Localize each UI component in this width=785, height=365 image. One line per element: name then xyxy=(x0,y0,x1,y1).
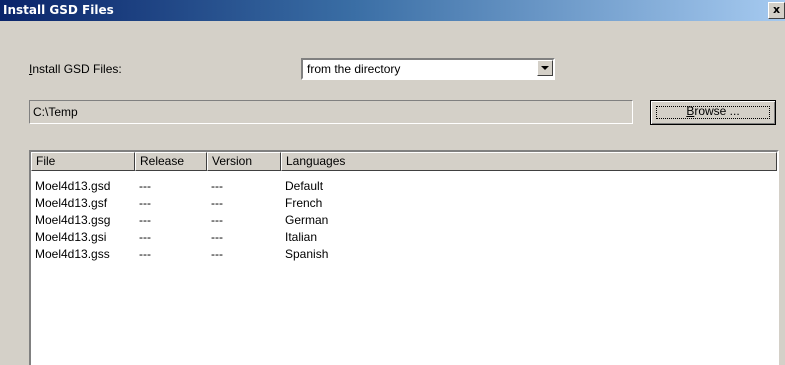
column-header-release[interactable]: Release xyxy=(135,152,207,171)
cell-file: Moel4d13.gss xyxy=(35,247,110,261)
table-row[interactable]: Moel4d13.gsi --- --- Italian xyxy=(31,229,777,245)
cell-version: --- xyxy=(211,247,223,261)
title-bar[interactable]: Install GSD Files x xyxy=(0,0,785,21)
cell-release: --- xyxy=(139,247,151,261)
cell-file: Moel4d13.gsf xyxy=(35,196,108,210)
cell-release: --- xyxy=(139,230,151,244)
cell-release: --- xyxy=(139,213,151,227)
cell-version: --- xyxy=(211,230,223,244)
cell-file: Moel4d13.gsg xyxy=(35,213,111,227)
table-row[interactable]: Moel4d13.gsd --- --- Default xyxy=(31,178,777,194)
column-header-file[interactable]: File xyxy=(31,152,135,171)
cell-version: --- xyxy=(211,196,223,210)
table-row[interactable]: Moel4d13.gsf --- --- French xyxy=(31,195,777,211)
cell-release: --- xyxy=(139,196,151,210)
cell-version: --- xyxy=(211,179,223,193)
cell-languages: Default xyxy=(285,179,324,193)
chevron-down-icon[interactable] xyxy=(537,60,553,76)
browse-button-label: Browse ... xyxy=(686,104,740,118)
source-select[interactable]: from the directory xyxy=(301,58,555,80)
cell-release: --- xyxy=(139,179,151,193)
directory-path-field[interactable]: C:\Temp xyxy=(29,100,633,124)
source-select-value: from the directory xyxy=(307,62,401,76)
column-header-version[interactable]: Version xyxy=(207,152,281,171)
window-title: Install GSD Files xyxy=(3,3,114,17)
cell-languages: Italian xyxy=(285,230,318,244)
cell-file: Moel4d13.gsd xyxy=(35,179,111,193)
directory-path-value: C:\Temp xyxy=(33,105,78,119)
cell-languages: German xyxy=(285,213,329,227)
gsd-files-list[interactable]: File Release Version Languages Moel4d13.… xyxy=(29,150,779,365)
browse-button[interactable]: Browse ... xyxy=(650,100,776,125)
cell-file: Moel4d13.gsi xyxy=(35,230,107,244)
table-row[interactable]: Moel4d13.gsg --- --- German xyxy=(31,212,777,228)
cell-version: --- xyxy=(211,213,223,227)
cell-languages: Spanish xyxy=(285,247,329,261)
close-icon[interactable]: x xyxy=(768,2,785,19)
table-row[interactable]: Moel4d13.gss --- --- Spanish xyxy=(31,246,777,262)
column-header-languages[interactable]: Languages xyxy=(281,152,777,171)
cell-languages: French xyxy=(285,196,323,210)
install-gsd-files-label: Install GSD Files: xyxy=(29,62,122,76)
